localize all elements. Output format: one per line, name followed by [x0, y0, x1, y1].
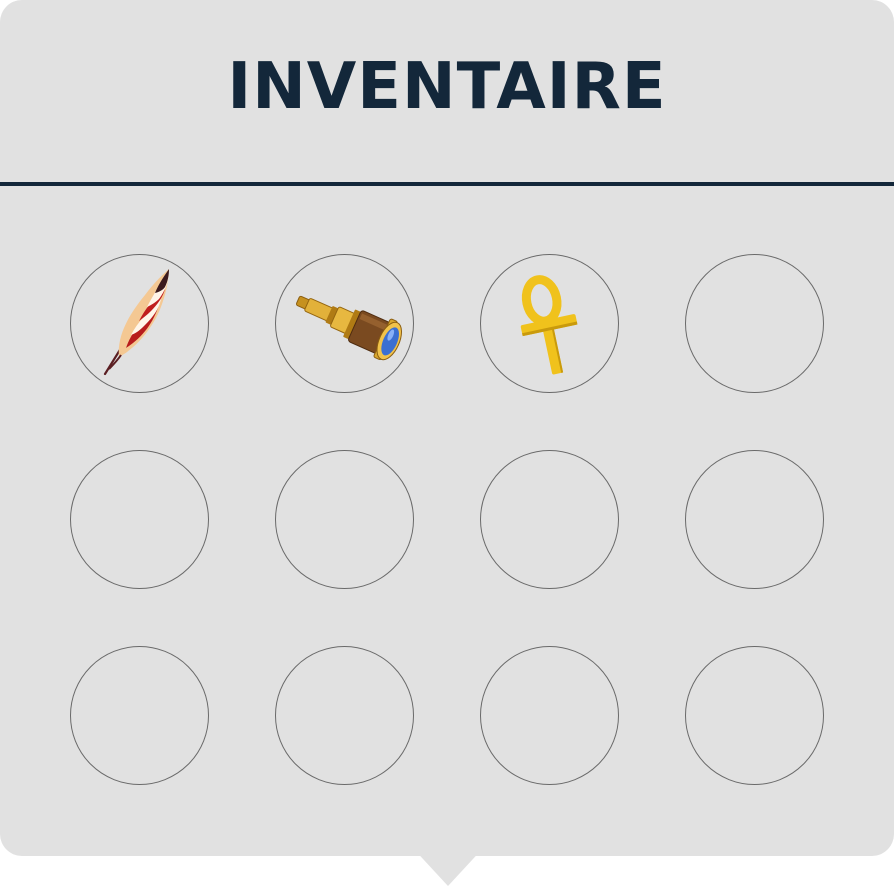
- inventory-slot-4[interactable]: [685, 254, 824, 393]
- ankh-icon: [520, 275, 578, 375]
- inventory-slot-6[interactable]: [275, 450, 414, 589]
- inventory-slot-12[interactable]: [685, 646, 824, 785]
- inventory-slot-2[interactable]: [275, 254, 414, 393]
- inventory-slot-10[interactable]: [275, 646, 414, 785]
- feather-icon: [103, 269, 169, 376]
- inventory-slot-3[interactable]: [480, 254, 619, 393]
- spyglass-icon: [295, 295, 402, 361]
- inventory-grid: [0, 0, 894, 856]
- inventory-slot-1[interactable]: [70, 254, 209, 393]
- inventory-slot-9[interactable]: [70, 646, 209, 785]
- inventory-slot-8[interactable]: [685, 450, 824, 589]
- inventory-slot-11[interactable]: [480, 646, 619, 785]
- inventory-slot-7[interactable]: [480, 450, 619, 589]
- inventory-slot-5[interactable]: [70, 450, 209, 589]
